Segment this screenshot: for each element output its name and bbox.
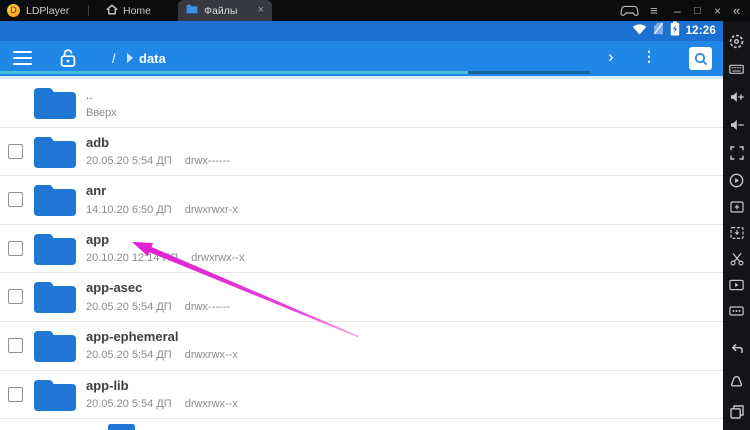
file-row-partial[interactable]	[0, 419, 723, 430]
folder-icon	[108, 424, 135, 430]
search-icon	[694, 52, 707, 65]
file-row-app[interactable]: app 20.10.20 12:14 ПП drwxrwx--x	[0, 224, 723, 274]
row-checkbox[interactable]	[8, 240, 23, 256]
folder-icon	[32, 182, 78, 223]
app-title: LDPlayer	[26, 5, 70, 17]
file-info: 20.05.20 5:54 ДП drwx------	[86, 301, 230, 313]
maximize-icon[interactable]: □	[694, 0, 701, 21]
folder-tab-icon	[186, 4, 198, 17]
titlebar-divider	[88, 5, 89, 16]
nav-recents-icon[interactable]	[723, 400, 750, 424]
file-date: 20.05.20 5:54 ДП	[86, 300, 172, 313]
screen-record-icon[interactable]	[723, 273, 750, 297]
file-info: 14.10.20 6:50 ДП drwxrwxr-x	[86, 204, 238, 216]
file-info: 20.05.20 5:54 ДП drwx------	[86, 155, 230, 167]
file-manager-toolbar: / data › ⋮	[0, 41, 723, 76]
folder-icon	[32, 134, 78, 175]
row-checkbox[interactable]	[8, 143, 23, 159]
operation-recorder-icon[interactable]	[723, 168, 750, 192]
overflow-menu-icon[interactable]: ⋮	[642, 48, 656, 65]
file-date: 20.10.20 12:14 ПП	[86, 252, 179, 265]
file-name: app	[86, 231, 110, 247]
file-date: 20.05.20 5:54 ДП	[86, 398, 172, 411]
file-perms: drwx------	[184, 300, 230, 313]
ldplayer-logo-icon: D	[7, 4, 20, 17]
file-info: Вверх	[86, 106, 117, 119]
breadcrumb-scrollbar-track	[0, 71, 468, 74]
emulator-sidebar	[723, 21, 750, 430]
file-row-up[interactable]: .. Вверх	[0, 79, 723, 128]
file-row-app-asec[interactable]: app-asec 20.05.20 5:54 ДП drwx------	[0, 273, 723, 322]
keyboard-icon[interactable]	[723, 57, 750, 81]
tab-files-label: Файлы	[204, 4, 238, 17]
file-date: 14.10.20 6:50 ДП	[86, 203, 172, 216]
tab-close-icon[interactable]: ×	[258, 5, 264, 16]
folder-icon	[32, 231, 78, 272]
more-icon[interactable]	[723, 299, 750, 323]
folder-icon	[32, 328, 78, 369]
file-name: app-ephemeral	[86, 328, 179, 344]
collapse-sidebar-icon[interactable]: «	[733, 0, 740, 21]
install-apk-icon[interactable]	[723, 221, 750, 245]
file-info: 20.05.20 5:54 ДП drwxrwx--x	[86, 398, 238, 410]
volume-down-icon[interactable]	[723, 113, 750, 137]
status-time: 12:26	[685, 25, 716, 37]
screenshot-icon[interactable]	[723, 195, 750, 219]
search-button[interactable]	[689, 47, 712, 70]
row-checkbox[interactable]	[8, 386, 23, 402]
breadcrumb-caret-icon	[127, 53, 133, 63]
close-window-icon[interactable]: ×	[714, 0, 721, 21]
breadcrumb-scrollbar-thumb[interactable]	[468, 71, 590, 74]
file-perms: drwxrwxr-x	[184, 203, 238, 216]
tab-home[interactable]: Home	[100, 0, 157, 21]
file-date: 20.05.20 5:54 ДП	[86, 349, 172, 362]
fullscreen-icon[interactable]	[723, 141, 750, 165]
android-status-bar: 12:26	[0, 21, 723, 41]
scissors-icon[interactable]	[723, 247, 750, 271]
minimize-icon[interactable]: –	[674, 0, 681, 21]
row-checkbox[interactable]	[8, 289, 23, 305]
menu-icon[interactable]	[13, 51, 32, 65]
breadcrumb-root[interactable]: /	[112, 51, 116, 66]
wifi-icon	[632, 22, 647, 40]
file-info: 20.05.20 5:54 ДП drwxrwx--x	[86, 349, 238, 361]
battery-icon	[670, 21, 680, 41]
file-row-adb[interactable]: adb 20.05.20 5:54 ДП drwx------	[0, 127, 723, 177]
tab-home-label: Home	[123, 4, 152, 17]
row-checkbox[interactable]	[8, 337, 23, 353]
file-row-anr[interactable]: anr 14.10.20 6:50 ДП drwxrwxr-x	[0, 176, 723, 225]
file-name: app-asec	[86, 280, 143, 296]
no-sim-icon	[653, 22, 664, 40]
tab-files-active[interactable]: Файлы ×	[178, 0, 272, 21]
file-row-app-lib[interactable]: app-lib 20.05.20 5:54 ДП drwxrwx--x	[0, 370, 723, 420]
nav-home-icon[interactable]	[723, 369, 750, 393]
file-info: 20.10.20 12:14 ПП drwxrwx--x	[86, 252, 244, 264]
file-name: anr	[86, 183, 107, 199]
folder-icon	[32, 377, 78, 418]
nav-back-icon[interactable]	[723, 337, 750, 361]
volume-up-icon[interactable]	[723, 85, 750, 109]
file-name: adb	[86, 134, 110, 150]
file-perms: drwxrwx--x	[184, 398, 238, 411]
file-name: app-lib	[86, 377, 129, 393]
file-list: .. Вверх adb 20.05.20 5:54 ДП drwx------ …	[0, 79, 723, 430]
file-perms: drwx------	[184, 155, 230, 168]
file-perms: drwxrwx--x	[184, 349, 238, 362]
folder-icon	[32, 85, 78, 126]
home-icon	[106, 3, 118, 18]
folder-icon	[32, 279, 78, 320]
breadcrumb-folder[interactable]: data	[139, 51, 166, 66]
file-name: ..	[86, 88, 93, 102]
settings-gear-icon[interactable]	[723, 29, 750, 53]
file-row-app-ephemeral[interactable]: app-ephemeral 20.05.20 5:54 ДП drwxrwx--x	[0, 321, 723, 371]
file-date: 20.05.20 5:54 ДП	[86, 155, 172, 168]
gamepad-icon[interactable]	[620, 0, 639, 21]
window-titlebar: D LDPlayer Home Файлы × ≡ – □ × «	[0, 0, 750, 21]
window-menu-icon[interactable]: ≡	[650, 0, 658, 21]
row-checkbox[interactable]	[8, 192, 23, 208]
breadcrumb-scroll-right-icon[interactable]: ›	[608, 47, 614, 67]
file-perms: drwxrwx--x	[191, 252, 245, 265]
